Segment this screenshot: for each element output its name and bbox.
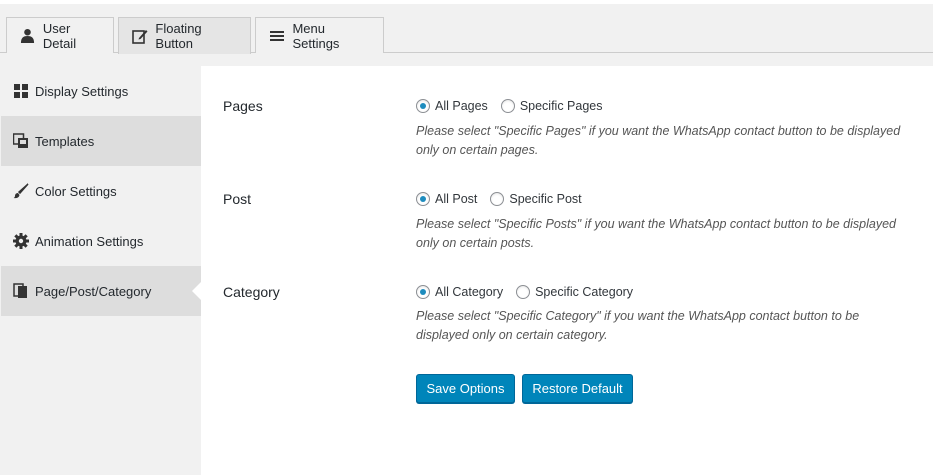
brush-icon [13,183,29,199]
sidebar-item-label: Display Settings [35,83,129,99]
category-all-option[interactable]: All Category [416,285,503,299]
restore-default-button[interactable]: Restore Default [522,374,633,403]
category-all-label: All Category [435,285,504,299]
pages-specific-label: Specific Pages [519,99,603,113]
post-label: Post [223,191,252,207]
pages-all-option[interactable]: All Pages [416,99,488,113]
sidebar-item-label: Animation Settings [35,233,144,249]
sidebar-item-animation-settings[interactable]: Animation Settings [1,216,201,266]
sidebar-item-label: Templates [35,133,95,149]
post-specific-radio[interactable] [490,192,505,206]
pages-specific-option[interactable]: Specific Pages [500,99,603,113]
post-description: Please select "Specific Posts" if you wa… [416,217,896,250]
category-specific-option[interactable]: Specific Category [516,285,633,299]
category-label: Category [223,284,280,300]
post-all-radio[interactable] [416,192,430,206]
tab-floating-button[interactable]: Floating Button [118,17,251,54]
pages-radio-group: All Pages Specific Pages [416,99,616,113]
pages-specific-radio[interactable] [500,99,515,113]
tab-menu-settings[interactable]: Menu Settings [255,17,384,53]
tab-label: User Detail [42,20,77,51]
tab-label: Floating Button [155,21,202,51]
save-options-button[interactable]: Save Options [416,374,515,403]
menu-icon [268,27,285,45]
pages-all-radio[interactable] [416,99,430,113]
post-all-option[interactable]: All Post [416,192,477,206]
sidebar: Display Settings Templates Color Setting… [1,66,202,475]
sidebar-item-color-settings[interactable]: Color Settings [1,166,201,216]
tab-label: Menu Settings [292,20,340,51]
category-description: Please select "Specific Category" if you… [416,309,860,342]
post-radio-group: All Post Specific Post [416,192,595,206]
sidebar-item-label: Page/Post/Category [35,283,152,299]
tab-user-detail[interactable]: User Detail [6,17,114,53]
pages-description: Please select "Specific Pages" if you wa… [416,124,901,157]
post-specific-label: Specific Post [509,192,582,206]
user-icon [19,27,36,45]
sidebar-item-page-post-category[interactable]: Page/Post/Category [1,266,202,316]
grid-icon [13,83,29,99]
post-all-label: All Post [435,192,478,206]
category-radio-group: All Category Specific Category [416,285,646,299]
settings-panel: Pages All Pages Specific Pages Please se… [201,66,933,475]
category-specific-radio[interactable] [516,285,531,299]
category-specific-label: Specific Category [535,285,634,299]
sidebar-item-templates[interactable]: Templates [1,116,201,166]
post-specific-option[interactable]: Specific Post [490,192,582,206]
gear-icon [13,233,29,249]
pages-label: Pages [223,98,263,114]
tab-bar: User Detail Floating Button Menu Setting… [0,0,933,54]
sidebar-item-display-settings[interactable]: Display Settings [1,66,201,116]
category-all-radio[interactable] [416,285,430,299]
edit-icon [131,27,148,45]
sidebar-item-label: Color Settings [35,183,117,199]
pages-icon [13,283,29,299]
pages-all-label: All Pages [435,99,488,113]
templates-icon [13,133,29,149]
